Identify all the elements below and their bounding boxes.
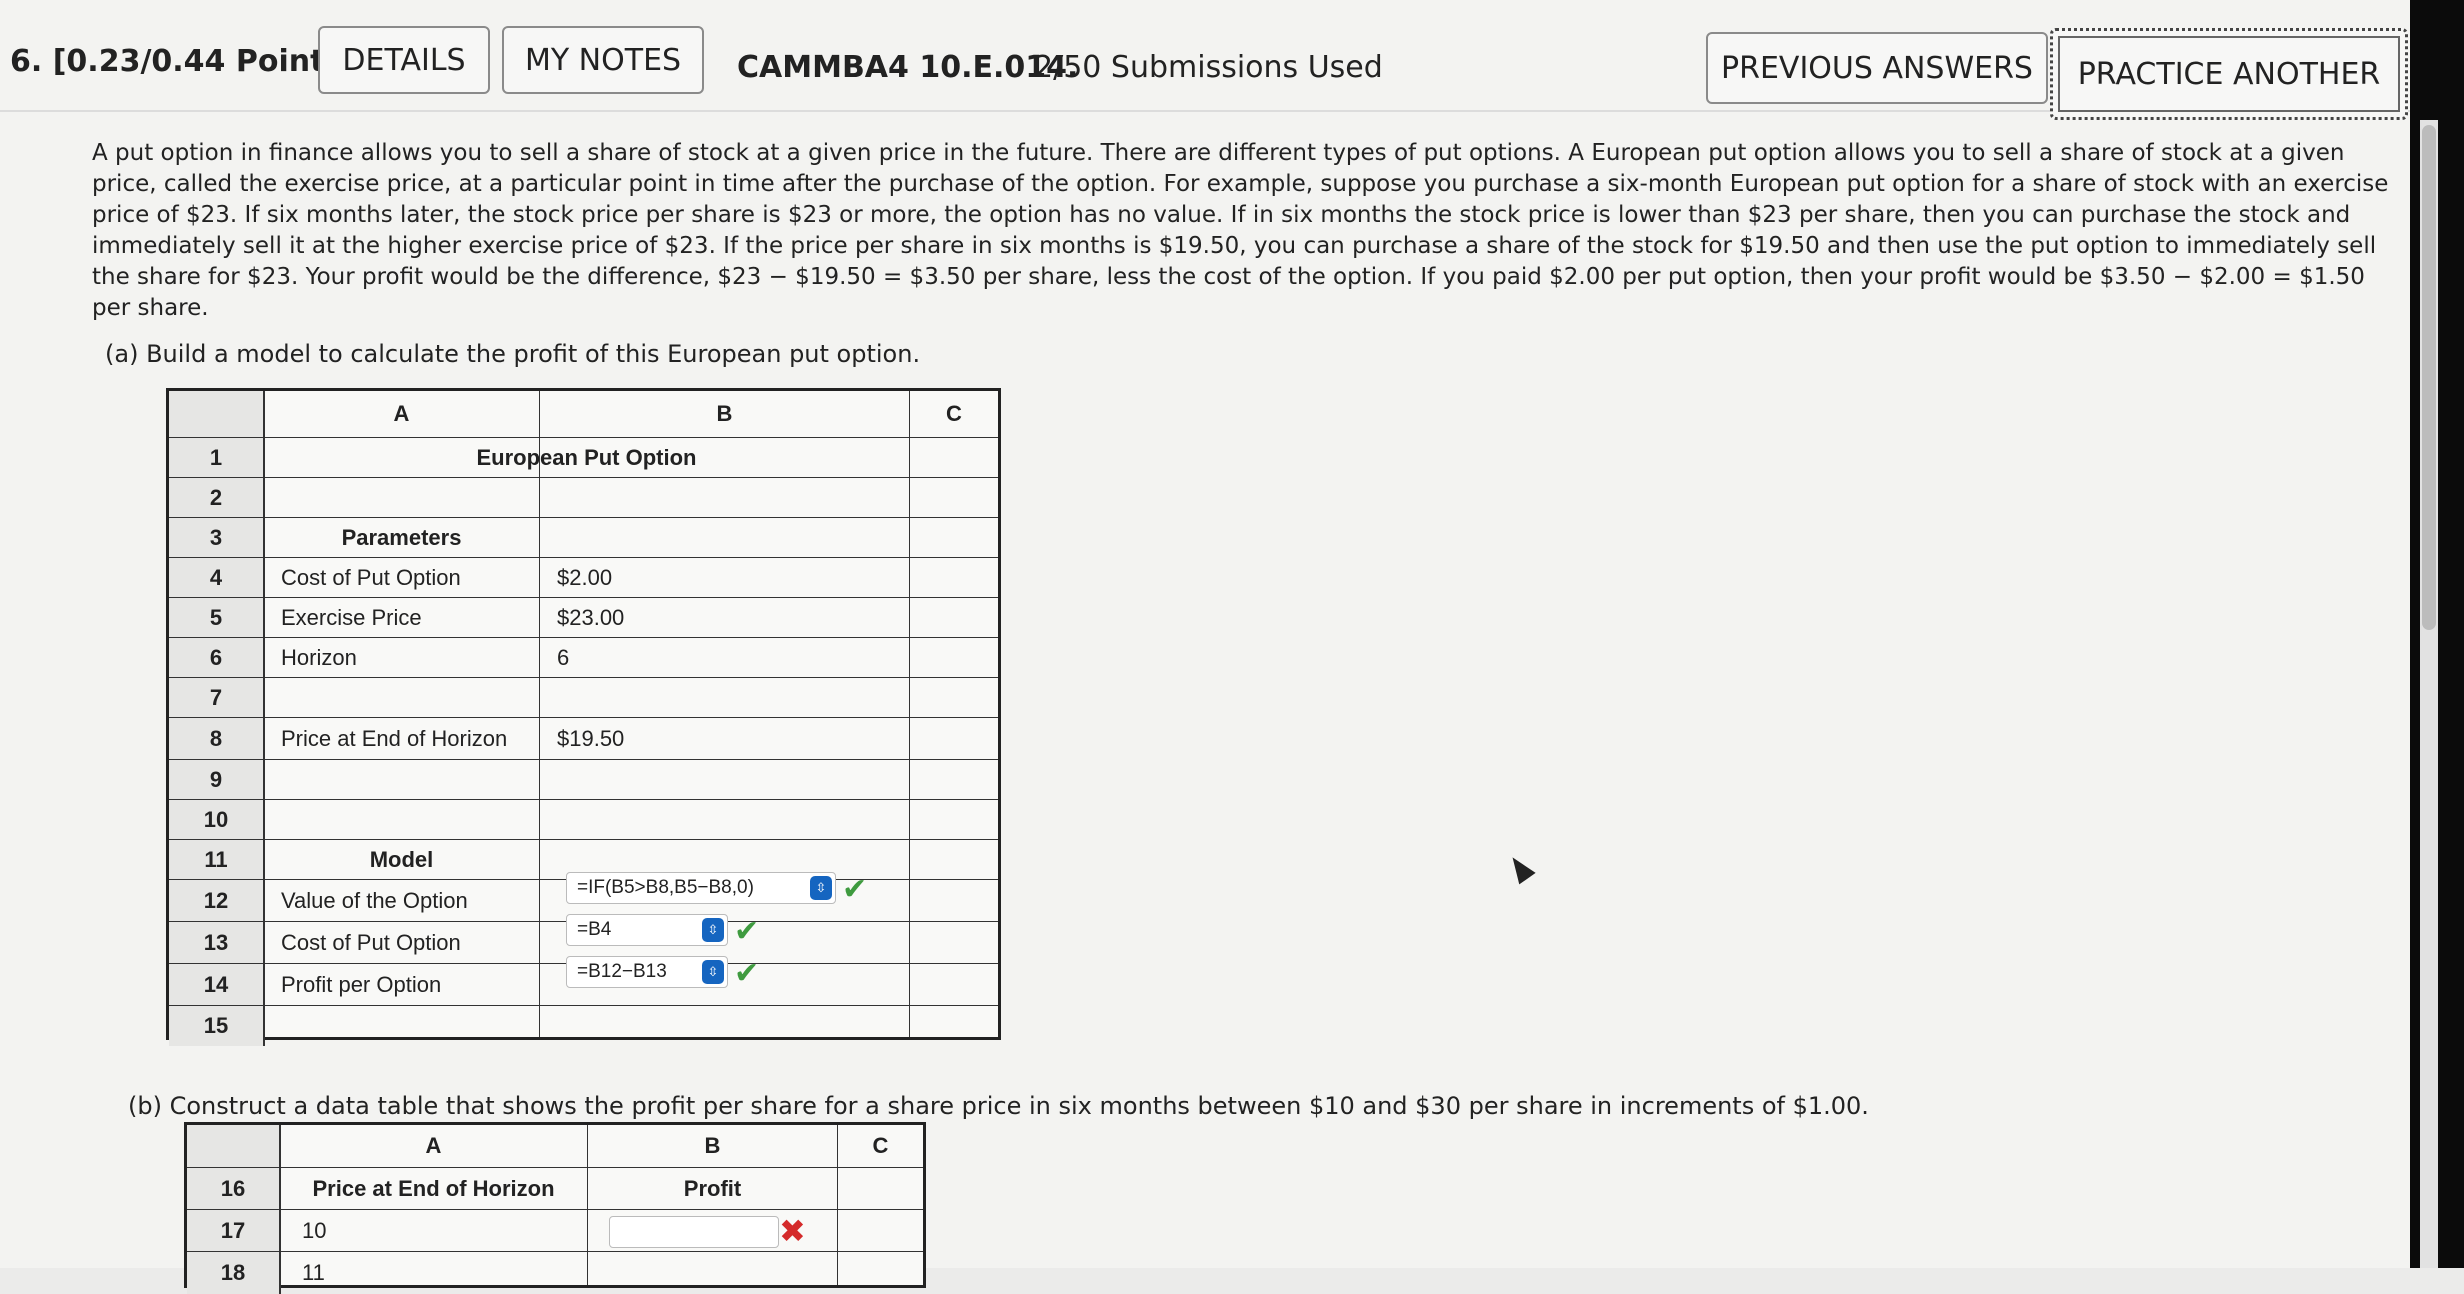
- row-number: 10: [169, 800, 265, 840]
- table-row: 8 Price at End of Horizon $19.50: [169, 717, 998, 760]
- cell-a2: [281, 478, 539, 518]
- data-table-spreadsheet: A B C 16 Price at End of Horizon Profit …: [184, 1122, 926, 1294]
- cell-a18: 11: [302, 1260, 325, 1285]
- practice-another-button[interactable]: PRACTICE ANOTHER: [2050, 28, 2408, 120]
- row-number: 6: [169, 638, 265, 678]
- section-heading: Parameters: [341, 525, 462, 550]
- section-heading: Model: [369, 847, 434, 872]
- table-row: 1 European Put Option: [169, 437, 998, 478]
- table-row: 6 Horizon 6: [169, 637, 998, 678]
- spinner-icon[interactable]: ⇳: [702, 918, 724, 942]
- cell-b4: $2.00: [557, 565, 613, 590]
- check-icon: ✔: [734, 956, 760, 991]
- column-header-a: A: [393, 401, 410, 426]
- table-row: 15: [169, 1005, 998, 1046]
- table-row: 2: [169, 477, 998, 518]
- row-number: 4: [169, 558, 265, 598]
- formula-input-b12[interactable]: =IF(B5>B8,B5−B8,0): [566, 872, 836, 904]
- cell-a13: Cost of Put Option: [281, 930, 461, 955]
- my-notes-button[interactable]: MY NOTES: [502, 26, 704, 94]
- cell-a14: Profit per Option: [281, 972, 442, 997]
- table-row: 9: [169, 759, 998, 800]
- cross-icon: ✖: [779, 1212, 806, 1250]
- table-row: 4 Cost of Put Option $2.00: [169, 557, 998, 598]
- cell-a12: Value of the Option: [281, 888, 468, 913]
- table-row: 5 Exercise Price $23.00: [169, 597, 998, 638]
- row-number: 16: [187, 1168, 281, 1210]
- question-number-points: 6. [0.23/0.44 Points]: [10, 44, 357, 79]
- column-header-b: B: [716, 401, 733, 426]
- scrollbar-thumb[interactable]: [2422, 125, 2436, 630]
- column-header-a: A: [425, 1133, 442, 1158]
- cell-b5: $23.00: [557, 605, 625, 630]
- spinner-icon[interactable]: ⇳: [702, 960, 724, 984]
- column-header-c: C: [946, 401, 962, 426]
- cell-b6: 6: [557, 645, 570, 670]
- row-number: 7: [169, 678, 265, 718]
- row-number: 18: [187, 1252, 281, 1294]
- column-header-c: C: [872, 1133, 889, 1158]
- question-code: CAMMBA4 10.E.014.: [737, 50, 1079, 85]
- row-number: 8: [169, 718, 265, 760]
- table-row: 3 Parameters: [169, 517, 998, 558]
- spinner-icon[interactable]: ⇳: [810, 876, 832, 900]
- details-button[interactable]: DETAILS: [318, 26, 490, 94]
- cell-a8: Price at End of Horizon: [281, 726, 508, 751]
- previous-answers-button[interactable]: PREVIOUS ANSWERS: [1706, 32, 2048, 104]
- part-b-prompt: (b) Construct a data table that shows th…: [128, 1092, 1869, 1120]
- row-number: 12: [169, 880, 265, 922]
- row-number: 14: [169, 964, 265, 1006]
- sheet-title: European Put Option: [476, 445, 697, 470]
- check-icon: ✔: [842, 872, 868, 907]
- cell-a4: Cost of Put Option: [281, 565, 461, 590]
- cell-a5: Exercise Price: [281, 605, 422, 630]
- row-number: 17: [187, 1210, 281, 1252]
- cell-b16: Profit: [683, 1176, 742, 1201]
- row-number: 3: [169, 518, 265, 558]
- submissions-used: 2/50 Submissions Used: [1034, 50, 1383, 85]
- table-row: 7: [169, 677, 998, 718]
- check-icon: ✔: [734, 914, 760, 949]
- cell-a7: [281, 678, 539, 718]
- cell-a10: [281, 800, 539, 840]
- row-number: 9: [169, 760, 265, 800]
- cell-a15: [281, 1006, 539, 1046]
- cell-a17: 10: [302, 1218, 327, 1243]
- question-paragraph: A put option in finance allows you to se…: [92, 140, 2389, 321]
- part-a-prompt: (a) Build a model to calculate the profi…: [105, 340, 921, 368]
- cell-a9: [281, 760, 539, 800]
- cell-a16: Price at End of Horizon: [312, 1176, 555, 1201]
- cell-a6: Horizon: [281, 645, 357, 670]
- row-number: 13: [169, 922, 265, 964]
- row-number: 11: [169, 840, 265, 880]
- column-header-b: B: [704, 1133, 721, 1158]
- profit-input-b17[interactable]: [609, 1216, 779, 1248]
- row-number: 1: [169, 438, 265, 478]
- table-row: 10: [169, 799, 998, 840]
- row-number: 5: [169, 598, 265, 638]
- cell-b8: $19.50: [557, 726, 625, 751]
- row-number: 15: [169, 1006, 265, 1046]
- row-number: 2: [169, 478, 265, 518]
